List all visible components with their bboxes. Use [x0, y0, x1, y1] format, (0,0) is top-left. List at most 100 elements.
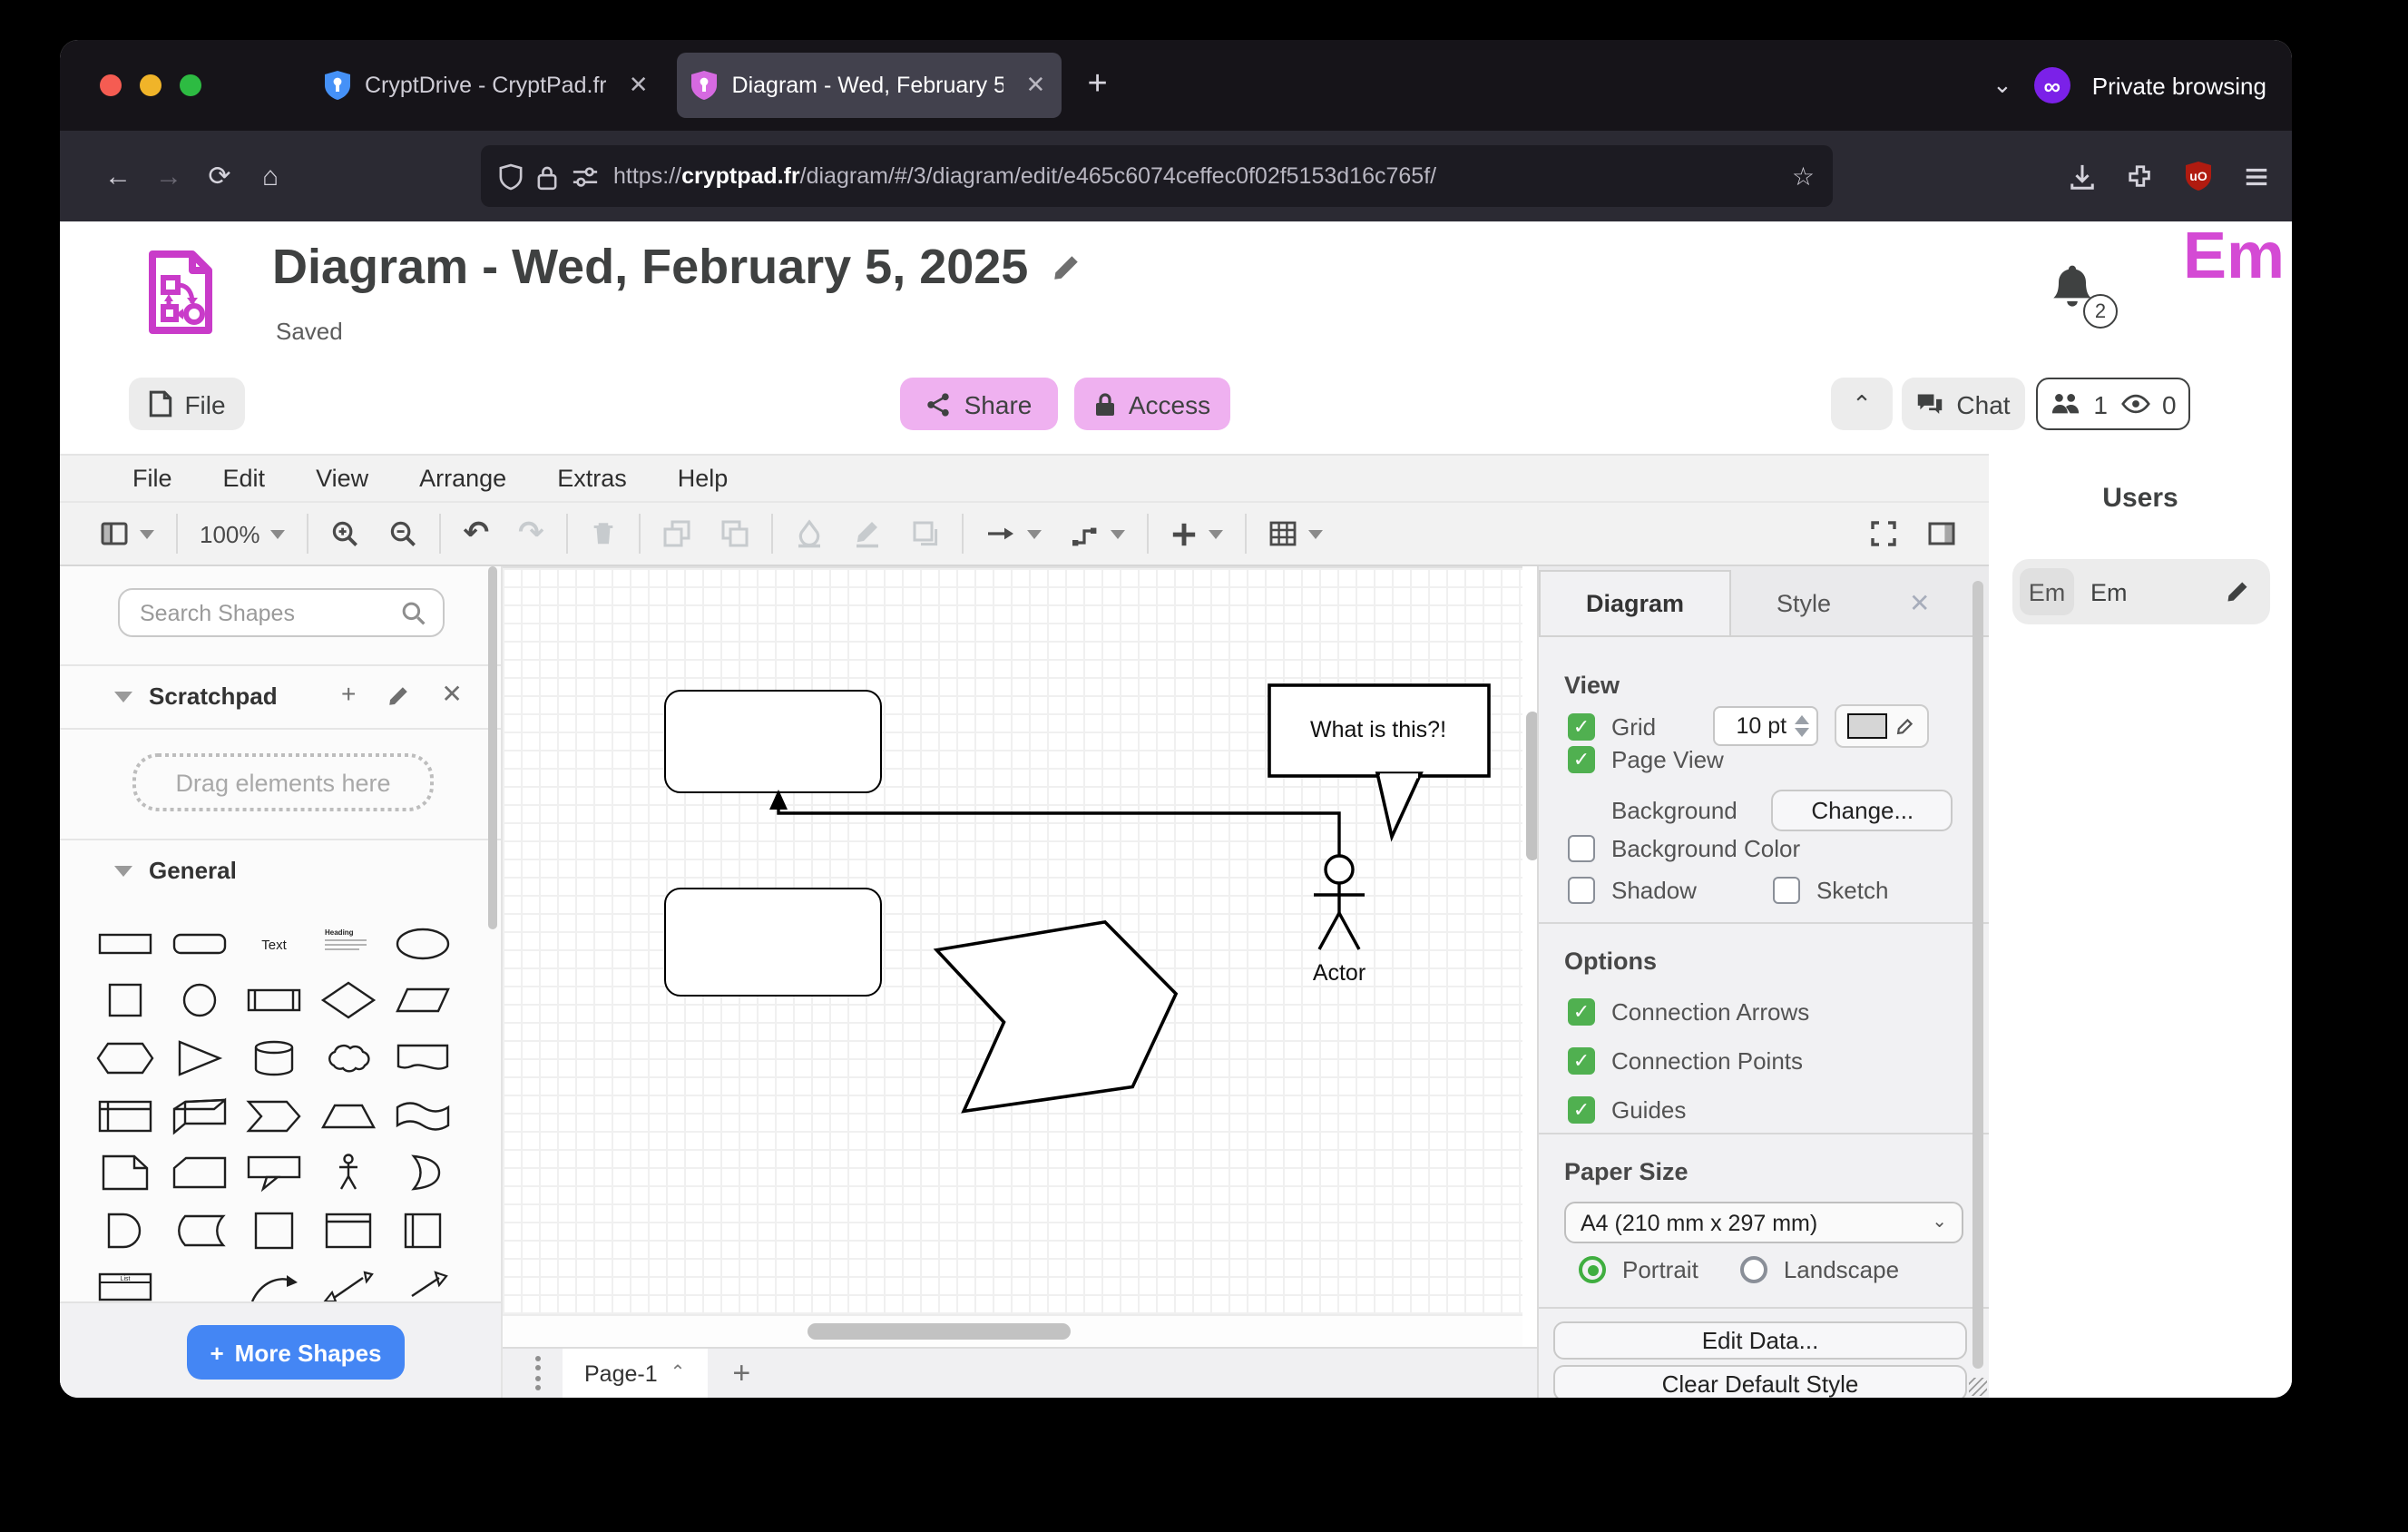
- canvas-horizontal-scrollbar[interactable]: [808, 1323, 1071, 1340]
- edit-title-pencil-icon[interactable]: [1050, 252, 1081, 283]
- minimize-window-button[interactable]: [140, 74, 162, 96]
- shape-process[interactable]: [241, 976, 307, 1026]
- connection-points-checkbox[interactable]: ✓: [1568, 1047, 1595, 1075]
- connection-style-button[interactable]: [971, 506, 1056, 561]
- shape-parallelogram[interactable]: [389, 976, 455, 1026]
- menu-item-extras[interactable]: Extras: [532, 465, 652, 492]
- canvas-grid-page[interactable]: What is this?! Actor: [503, 566, 1522, 1314]
- ublock-origin-icon[interactable]: uO: [2185, 162, 2212, 191]
- collapse-caret-icon[interactable]: [114, 691, 132, 702]
- scratchpad-section-header[interactable]: Scratchpad: [114, 683, 278, 710]
- user-row[interactable]: Em Em: [2012, 559, 2270, 624]
- diagram-canvas[interactable]: What is this?! Actor Page-1 ⌃ +: [503, 566, 1537, 1398]
- landscape-radio[interactable]: [1740, 1256, 1767, 1283]
- shape-callout[interactable]: [241, 1147, 307, 1198]
- zoom-select-button[interactable]: 100%: [185, 506, 300, 561]
- user-avatar[interactable]: Em: [2020, 568, 2074, 615]
- shape-rounded-rectangle[interactable]: [167, 918, 232, 969]
- shape-tape[interactable]: [389, 1090, 455, 1141]
- close-window-button[interactable]: [100, 74, 122, 96]
- waypoint-style-button[interactable]: [1056, 506, 1140, 561]
- shape-hexagon[interactable]: [93, 1033, 159, 1084]
- insert-button[interactable]: [1156, 506, 1238, 561]
- format-panel-button[interactable]: [1913, 506, 1971, 561]
- sidebar-scrollbar[interactable]: [488, 566, 497, 929]
- zoom-out-button[interactable]: [375, 506, 433, 561]
- cryptpad-diagram-logo-icon[interactable]: [147, 250, 214, 345]
- menu-item-view[interactable]: View: [290, 465, 394, 492]
- search-shapes-box[interactable]: [118, 588, 445, 637]
- url-bar[interactable]: https://cryptpad.fr/diagram/#/3/diagram/…: [481, 145, 1833, 207]
- menu-item-edit[interactable]: Edit: [198, 465, 291, 492]
- pages-menu-icon[interactable]: [535, 1356, 541, 1391]
- url-text[interactable]: https://cryptpad.fr/diagram/#/3/diagram/…: [613, 163, 1792, 189]
- grid-size-spinner[interactable]: [1794, 715, 1808, 737]
- collapse-toolbar-button[interactable]: ⌃: [1831, 378, 1893, 430]
- menu-item-file[interactable]: File: [107, 465, 198, 492]
- shape-document[interactable]: [389, 1033, 455, 1084]
- background-change-button[interactable]: Change...: [1772, 790, 1953, 831]
- edit-user-pencil-icon[interactable]: [2225, 579, 2250, 604]
- shape-rectangle[interactable]: [93, 918, 159, 969]
- menu-hamburger-icon[interactable]: [2243, 162, 2270, 190]
- shape-cube[interactable]: [167, 1090, 232, 1141]
- tab-close-icon[interactable]: ✕: [629, 71, 649, 100]
- extensions-puzzle-icon[interactable]: [2127, 162, 2154, 190]
- scratchpad-edit-pencil-icon[interactable]: [387, 684, 410, 708]
- edit-data-button[interactable]: Edit Data...: [1553, 1321, 1967, 1360]
- tab-style[interactable]: Style: [1731, 570, 1876, 635]
- add-page-icon[interactable]: +: [732, 1355, 750, 1391]
- shape-internal-storage[interactable]: [93, 1090, 159, 1141]
- panel-resize-handle[interactable]: [1969, 1378, 1987, 1396]
- scratchpad-drop-zone[interactable]: Drag elements here: [132, 753, 434, 811]
- forward-icon[interactable]: →: [143, 161, 194, 192]
- shape-or[interactable]: [389, 1147, 455, 1198]
- view-layout-button[interactable]: [85, 506, 169, 561]
- shape-ellipse[interactable]: [389, 918, 455, 969]
- shape-container[interactable]: [241, 1205, 307, 1256]
- page-view-checkbox[interactable]: ✓: [1568, 746, 1595, 773]
- panel-scrollbar[interactable]: [1972, 581, 1983, 1369]
- grid-color-button[interactable]: [1834, 704, 1928, 748]
- paper-size-select[interactable]: A4 (210 mm x 297 mm) ⌄: [1564, 1202, 1963, 1243]
- sketch-checkbox[interactable]: [1773, 877, 1800, 904]
- access-button[interactable]: Access: [1074, 378, 1230, 430]
- portrait-radio[interactable]: [1579, 1256, 1606, 1283]
- tab-close-icon[interactable]: ✕: [1026, 71, 1046, 100]
- shape-diamond[interactable]: [316, 976, 381, 1026]
- shape-container-title[interactable]: [316, 1205, 381, 1256]
- back-icon[interactable]: ←: [93, 161, 143, 192]
- shape-cylinder[interactable]: [241, 1033, 307, 1084]
- shape-list[interactable]: List: [93, 1262, 159, 1301]
- shape-and[interactable]: [93, 1205, 159, 1256]
- bookmark-star-icon[interactable]: ☆: [1792, 161, 1815, 192]
- reload-icon[interactable]: ⟳: [194, 160, 245, 192]
- undo-button[interactable]: ↶: [449, 506, 504, 561]
- grid-checkbox[interactable]: ✓: [1568, 712, 1595, 740]
- fullscreen-button[interactable]: [1855, 506, 1913, 561]
- background-color-checkbox[interactable]: [1568, 835, 1595, 862]
- zoom-in-button[interactable]: [317, 506, 375, 561]
- shape-two-way-arrow[interactable]: [316, 1262, 381, 1301]
- connection-arrows-checkbox[interactable]: ✓: [1568, 998, 1595, 1026]
- close-panel-icon[interactable]: ✕: [1909, 588, 1930, 619]
- shape-heading[interactable]: Heading: [316, 918, 381, 969]
- callout-text[interactable]: What is this?!: [1268, 684, 1488, 775]
- collapse-caret-icon[interactable]: [114, 865, 132, 876]
- shape-card[interactable]: [167, 1147, 232, 1198]
- maximize-window-button[interactable]: [180, 74, 201, 96]
- shadow-checkbox[interactable]: [1568, 877, 1595, 904]
- general-section-header[interactable]: General: [114, 857, 237, 884]
- menu-item-arrange[interactable]: Arrange: [394, 465, 532, 492]
- list-tabs-chevron-icon[interactable]: ⌄: [1992, 71, 2012, 100]
- guides-checkbox[interactable]: ✓: [1568, 1096, 1595, 1124]
- shape-step[interactable]: [241, 1090, 307, 1141]
- search-input[interactable]: [136, 598, 401, 627]
- shape-text[interactable]: Text: [241, 918, 307, 969]
- scratchpad-close-icon[interactable]: ✕: [441, 679, 462, 710]
- tab-diagram[interactable]: Diagram: [1539, 570, 1731, 635]
- actor-label[interactable]: Actor: [1267, 960, 1412, 986]
- home-icon[interactable]: ⌂: [245, 161, 296, 192]
- tracking-protection-shield-icon[interactable]: [499, 162, 523, 190]
- shape-actor[interactable]: [316, 1147, 381, 1198]
